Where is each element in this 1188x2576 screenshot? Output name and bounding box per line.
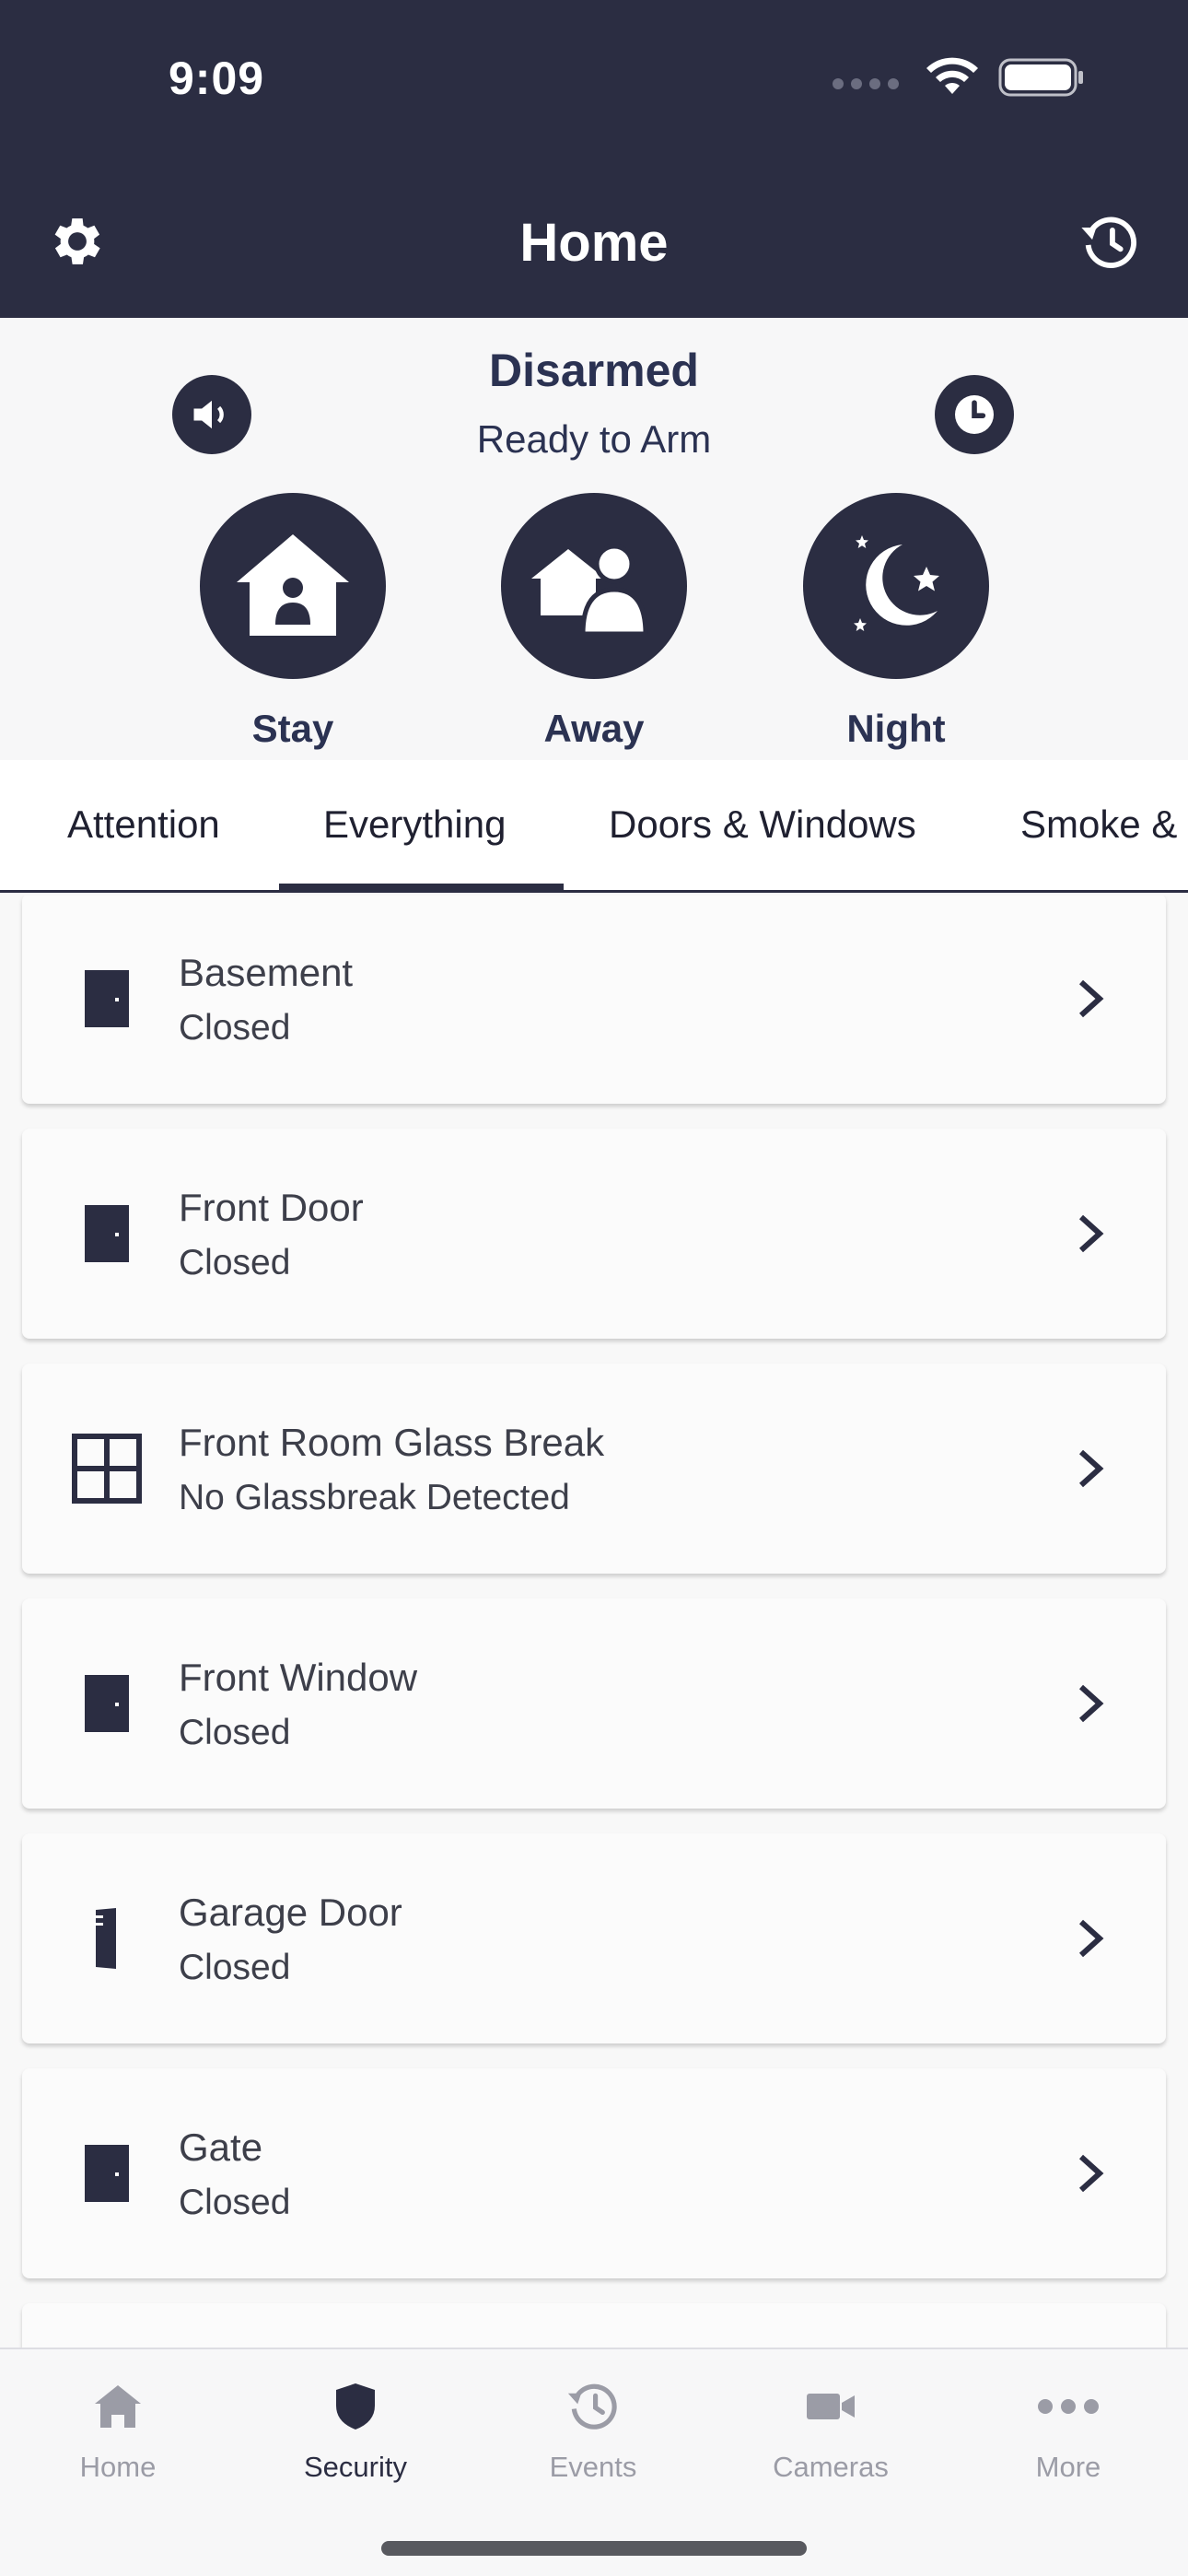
home-icon xyxy=(95,2385,141,2428)
status-icons xyxy=(833,57,1085,98)
tabbar-item-security[interactable]: Security xyxy=(263,2371,448,2484)
arming-panel: Disarmed Ready to Arm Stay Away Night xyxy=(0,318,1188,760)
tabbar-item-more[interactable]: More xyxy=(976,2371,1160,2484)
tabbar-label: Cameras xyxy=(773,2451,889,2483)
tabbar-label: More xyxy=(1035,2451,1101,2483)
list-item[interactable]: Basement Closed xyxy=(22,896,1166,1104)
away-button[interactable] xyxy=(501,493,687,679)
more-icon xyxy=(1038,2399,1099,2414)
device-name: Basement xyxy=(179,951,354,994)
tabbar-label: Security xyxy=(304,2451,407,2483)
list-item-partial[interactable] xyxy=(22,2303,1166,2349)
device-name: Front Window xyxy=(179,1656,418,1699)
tab-everything[interactable]: Everything xyxy=(323,802,506,847)
chevron-right-icon xyxy=(1078,1684,1104,1723)
list-item[interactable]: Front Window Closed xyxy=(22,1598,1166,1809)
moon-stars-icon xyxy=(854,535,939,631)
chevron-right-icon xyxy=(1078,979,1104,1018)
person-leaving-house-icon xyxy=(531,544,648,637)
list-item[interactable]: Garage Door Closed xyxy=(22,1833,1166,2043)
filter-tabs: Attention Everything Doors & Windows Smo… xyxy=(0,760,1188,893)
cellular-signal-icon xyxy=(833,78,899,89)
device-state: Closed xyxy=(179,1008,291,1048)
wifi-icon xyxy=(926,57,978,94)
shield-icon xyxy=(336,2383,375,2430)
chevron-right-icon xyxy=(1078,2154,1104,2193)
door-icon xyxy=(66,958,147,1039)
tab-doors-windows[interactable]: Doors & Windows xyxy=(609,802,916,847)
arming-status: Disarmed xyxy=(489,345,699,396)
mode-label: Stay xyxy=(251,707,334,750)
list-item[interactable]: Front Room Glass Break No Glassbreak Det… xyxy=(22,1364,1166,1574)
device-state: No Glassbreak Detected xyxy=(179,1478,570,1517)
list-item[interactable]: Front Door Closed xyxy=(22,1129,1166,1339)
top-bar: 9:09 Home xyxy=(0,0,1188,318)
clock-icon[interactable] xyxy=(935,375,1014,454)
tabbar-item-events[interactable]: Events xyxy=(501,2371,685,2484)
window-icon xyxy=(66,1428,147,1509)
device-state: Closed xyxy=(179,1948,291,1987)
device-name: Gate xyxy=(179,2125,263,2169)
battery-icon xyxy=(998,58,1083,97)
mode-stay[interactable]: Stay xyxy=(200,493,386,751)
tabbar-item-home[interactable]: Home xyxy=(26,2371,210,2484)
device-name: Garage Door xyxy=(179,1891,402,1934)
chevron-right-icon xyxy=(1078,1919,1104,1958)
tabbar-item-cameras[interactable]: Cameras xyxy=(739,2371,923,2484)
device-state: Closed xyxy=(179,1713,291,1752)
device-state: Closed xyxy=(179,1243,291,1282)
device-name: Front Door xyxy=(179,1186,364,1229)
camera-icon xyxy=(807,2394,855,2419)
chevron-right-icon xyxy=(1078,1449,1104,1488)
selected-tab-indicator xyxy=(279,884,564,890)
status-time: 9:09 xyxy=(169,53,265,104)
list-item[interactable]: Gate Closed xyxy=(22,2068,1166,2278)
night-button[interactable] xyxy=(803,493,989,679)
tabbar-label: Home xyxy=(79,2451,157,2483)
home-indicator[interactable] xyxy=(381,2541,807,2556)
tabbar-label: Events xyxy=(549,2451,637,2483)
device-state: Closed xyxy=(179,2183,291,2222)
mode-night[interactable]: Night xyxy=(803,493,989,751)
mode-label: Away xyxy=(543,707,645,750)
tab-attention[interactable]: Attention xyxy=(67,802,220,847)
door-icon xyxy=(66,1193,147,1274)
door-icon xyxy=(66,2133,147,2214)
device-name: Front Room Glass Break xyxy=(179,1421,605,1464)
house-person-icon xyxy=(237,534,349,636)
history-icon[interactable] xyxy=(1077,210,1142,275)
stay-button[interactable] xyxy=(200,493,386,679)
tab-smoke[interactable]: Smoke & xyxy=(1020,802,1177,847)
garage-door-icon xyxy=(66,1898,147,1979)
history-icon xyxy=(567,2383,617,2430)
chevron-right-icon xyxy=(1078,1214,1104,1253)
mode-away[interactable]: Away xyxy=(501,493,687,751)
mode-label: Night xyxy=(846,707,946,750)
nav-title: Home xyxy=(519,213,669,273)
door-icon xyxy=(66,1663,147,1744)
device-list[interactable]: Basement Closed Front Door Closed Front … xyxy=(0,896,1188,2349)
